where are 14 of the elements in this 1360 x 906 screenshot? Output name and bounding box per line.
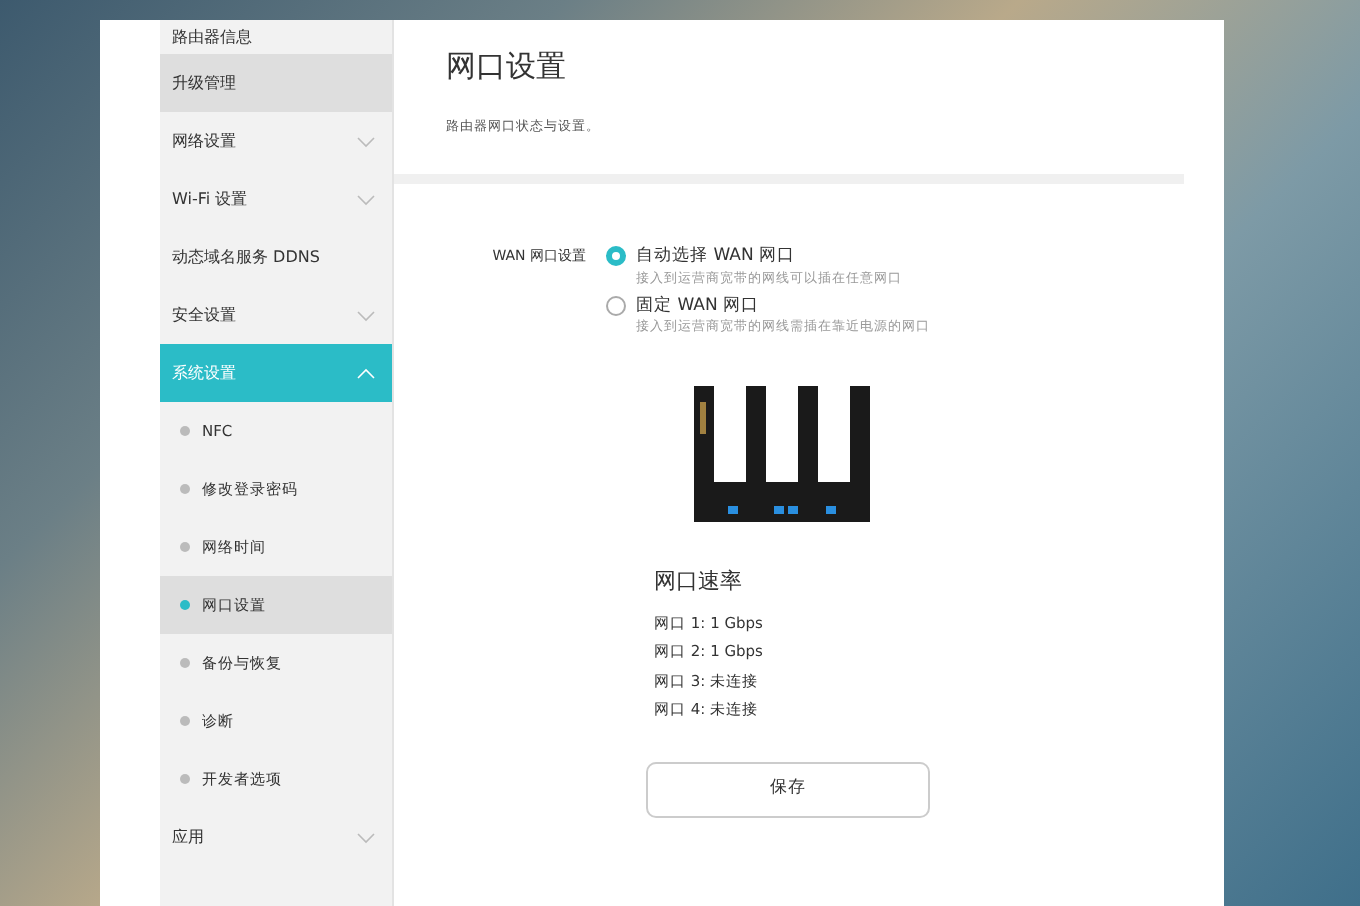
sidebar-item[interactable]: 动态域名服务 DDNS: [160, 228, 392, 286]
option-label: 自动选择 WAN 网口: [636, 244, 796, 270]
save-button[interactable]: 保存: [646, 761, 930, 817]
sidebar-item[interactable]: 路由器信息: [160, 20, 392, 54]
radio-button[interactable]: [606, 246, 626, 266]
sidebar-item[interactable]: 升级管理: [160, 54, 392, 112]
sidebar-item[interactable]: 网络设置: [160, 112, 392, 170]
option-label: 固定 WAN 网口: [636, 293, 760, 319]
page-title: 网口设置: [446, 46, 568, 88]
sidebar-item[interactable]: 安全设置: [160, 286, 392, 344]
sidebar-item[interactable]: 应用: [160, 808, 392, 866]
sidebar-item[interactable]: Wi-Fi 设置: [160, 170, 392, 228]
radio-button[interactable]: [606, 295, 626, 315]
section-title: 网口速率: [654, 566, 744, 598]
